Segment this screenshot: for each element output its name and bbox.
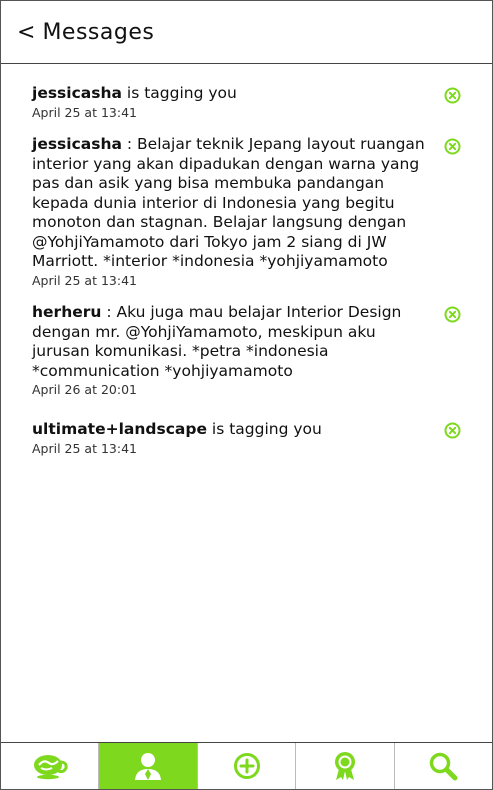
message-timestamp: April 25 at 13:41 bbox=[32, 104, 137, 120]
profile-person-icon bbox=[135, 753, 162, 780]
dismiss-close-icon[interactable] bbox=[444, 422, 461, 439]
message-body: jessicasha : Belajar teknik Jepang layou… bbox=[32, 135, 427, 272]
message-text: is tagging you bbox=[121, 84, 237, 102]
message-timestamp: April 26 at 20:01 bbox=[32, 382, 137, 397]
message-username[interactable]: jessicasha bbox=[32, 135, 122, 153]
list-item[interactable]: herheru : Aku juga mau belajar Interior … bbox=[32, 303, 427, 397]
message-body: ultimate+landscape is tagging you bbox=[32, 420, 427, 440]
tab-feed[interactable] bbox=[1, 743, 98, 789]
coffee-cup-icon bbox=[33, 755, 68, 780]
award-ribbon-icon bbox=[334, 752, 355, 780]
search-icon bbox=[430, 752, 458, 781]
list-item[interactable]: jessicasha is tagging you April 25 at 13… bbox=[32, 84, 427, 120]
bottom-tab-bar bbox=[1, 742, 492, 789]
message-timestamp: April 25 at 13:41 bbox=[32, 272, 137, 288]
message-text: is tagging you bbox=[206, 420, 322, 438]
tab-search[interactable] bbox=[393, 743, 492, 789]
message-username[interactable]: jessicasha bbox=[32, 84, 122, 102]
tab-profile[interactable] bbox=[98, 743, 197, 789]
dismiss-close-icon[interactable] bbox=[444, 138, 461, 155]
dismiss-close-icon[interactable] bbox=[444, 306, 461, 323]
message-list[interactable]: jessicasha is tagging you April 25 at 13… bbox=[1, 64, 492, 742]
dismiss-close-icon[interactable] bbox=[444, 87, 461, 104]
back-button[interactable]: < Messages bbox=[17, 20, 154, 45]
list-item[interactable]: ultimate+landscape is tagging you April … bbox=[32, 420, 427, 456]
message-text: : Belajar teknik Jepang layout ruangan i… bbox=[32, 135, 425, 270]
add-circle-icon bbox=[233, 753, 260, 779]
message-username[interactable]: ultimate+landscape bbox=[32, 420, 207, 438]
tab-awards[interactable] bbox=[295, 743, 393, 789]
app-screen: < Messages jessicasha is tagging you Apr… bbox=[0, 0, 493, 790]
message-body: jessicasha is tagging you bbox=[32, 84, 427, 104]
message-username[interactable]: herheru bbox=[32, 303, 101, 321]
back-chevron-icon: < bbox=[17, 19, 36, 45]
message-body: herheru : Aku juga mau belajar Interior … bbox=[32, 303, 427, 381]
header-bar: < Messages bbox=[1, 1, 492, 64]
list-item[interactable]: jessicasha : Belajar teknik Jepang layou… bbox=[32, 135, 427, 288]
tab-add[interactable] bbox=[196, 743, 295, 789]
message-timestamp: April 25 at 13:41 bbox=[32, 440, 137, 456]
page-title: Messages bbox=[42, 19, 155, 45]
